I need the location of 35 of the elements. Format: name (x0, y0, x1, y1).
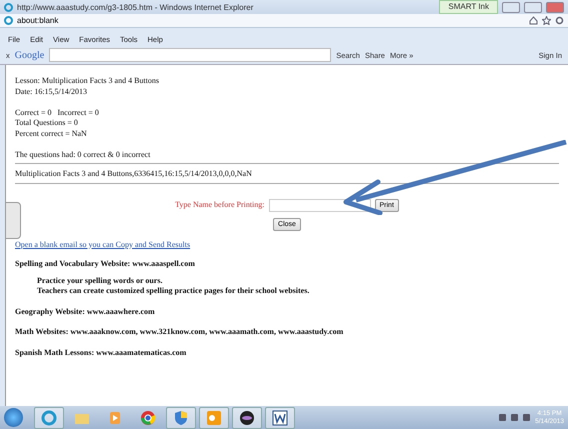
search-field[interactable] (49, 48, 332, 62)
media-player-icon (109, 410, 121, 424)
outlook-icon (206, 410, 222, 426)
shield-icon (174, 410, 188, 426)
website-note: Practice your spelling words or ours. (36, 276, 164, 286)
close-button[interactable] (546, 2, 564, 12)
start-button[interactable] (4, 408, 23, 427)
word-icon (272, 410, 288, 426)
taskbar-app-button[interactable] (232, 406, 262, 428)
report-line: Date: 16:15,5/14/2013 (15, 86, 88, 97)
email-link[interactable]: Open a blank email so you can Copy and Send Results (15, 240, 559, 250)
website-text: Math Websites: www.aaaknow.com, www.321know.com, www.aaamath.com, www.aaastudy.com (15, 327, 344, 338)
website-text: Spanish Math Lessons: www.aaamatematicas.com (15, 348, 188, 358)
summary-text: The questions had: 0 correct & 0 incorrect (15, 150, 152, 160)
smart-ink-button[interactable]: SMART Ink (439, 0, 498, 14)
chrome-icon (140, 410, 156, 426)
record-text: Multiplication Facts 3 and 4 Buttons,6336415,16:15,5/14/2013,0,0,0,NaN (15, 169, 253, 180)
website-text: Geography Website: www.aaawhere.com (15, 306, 156, 317)
report-line: Percent correct = NaN (15, 128, 88, 139)
taskbar-app-button[interactable] (265, 406, 295, 428)
google-logo: Google (14, 50, 44, 60)
minimize-button[interactable] (502, 2, 520, 12)
website-text: Spelling and Vocabulary Website: www.aaaspell.com (15, 259, 196, 270)
maximize-button[interactable] (524, 2, 542, 12)
window-title: http://www.aaastudy.com/g3-1805.htm - Windows Internet Explorer (17, 2, 254, 12)
report-line: Total Questions = 0 (15, 118, 79, 128)
star-icon[interactable] (542, 16, 551, 25)
name-label: Type Name before Printing: (175, 200, 264, 210)
website-note: Teachers can create customized spelling practice pages for their school websites. (36, 286, 310, 296)
disc-icon (239, 410, 255, 426)
report-line: Lesson: Multiplication Facts 3 and 4 Buttons (15, 76, 160, 86)
browser-icon (41, 410, 57, 426)
home-icon[interactable] (529, 16, 538, 25)
report-line: Correct = 0 Incorrect = 0 (15, 108, 100, 118)
sidebar-handle[interactable] (5, 202, 21, 239)
